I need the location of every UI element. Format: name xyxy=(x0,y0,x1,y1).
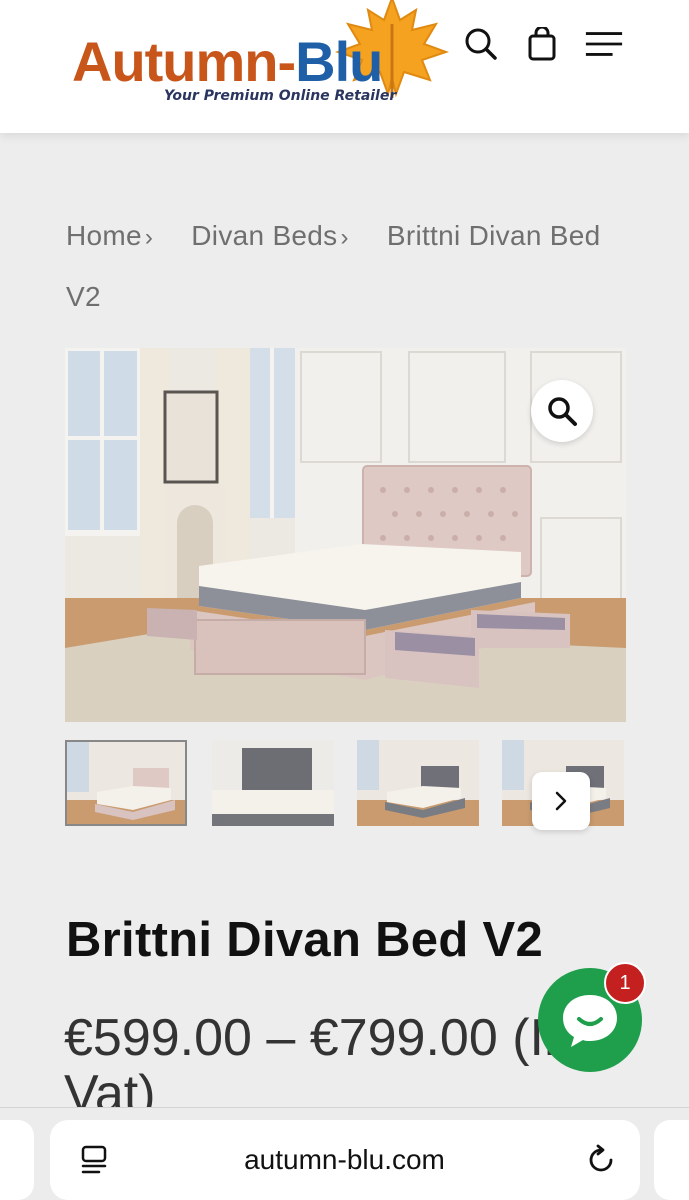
reload-icon[interactable] xyxy=(584,1140,618,1180)
breadcrumb-divan-beds-label: Divan Beds xyxy=(191,220,338,251)
gallery-next-button[interactable] xyxy=(532,772,590,830)
brand-tagline: Your Premium Online Retailer xyxy=(164,88,397,104)
chat-notification-badge: 1 xyxy=(604,962,646,1004)
search-icon[interactable] xyxy=(461,24,501,64)
gallery-thumbnail[interactable] xyxy=(357,740,479,826)
zoom-button[interactable] xyxy=(531,380,593,442)
brand-name-part2: Blu xyxy=(295,30,383,93)
menu-icon[interactable] xyxy=(584,24,624,64)
brand-name: Autumn-Blu xyxy=(72,34,383,90)
breadcrumb-separator: › xyxy=(144,224,154,251)
breadcrumb-home[interactable]: Home › xyxy=(66,220,153,251)
breadcrumb-home-label: Home xyxy=(66,220,142,251)
brand-name-part1: Autumn- xyxy=(72,30,296,93)
breadcrumb-separator: › xyxy=(340,224,349,251)
product-title: Brittni Divan Bed V2 xyxy=(66,913,544,967)
shopping-bag-icon[interactable] xyxy=(522,24,562,64)
gallery-thumbnail[interactable] xyxy=(212,740,334,826)
breadcrumb: Home › Divan Beds › Brittni Divan Bed V2 xyxy=(66,206,626,326)
zoom-icon xyxy=(548,397,577,426)
site-header: Autumn-Blu Your Premium Online Retailer xyxy=(0,0,689,133)
breadcrumb-divan-beds[interactable]: Divan Beds › xyxy=(191,220,348,251)
gallery-thumbnail[interactable] xyxy=(65,740,187,826)
chevron-right-icon xyxy=(555,791,567,811)
brand-logo[interactable]: Autumn-Blu Your Premium Online Retailer xyxy=(70,0,450,118)
